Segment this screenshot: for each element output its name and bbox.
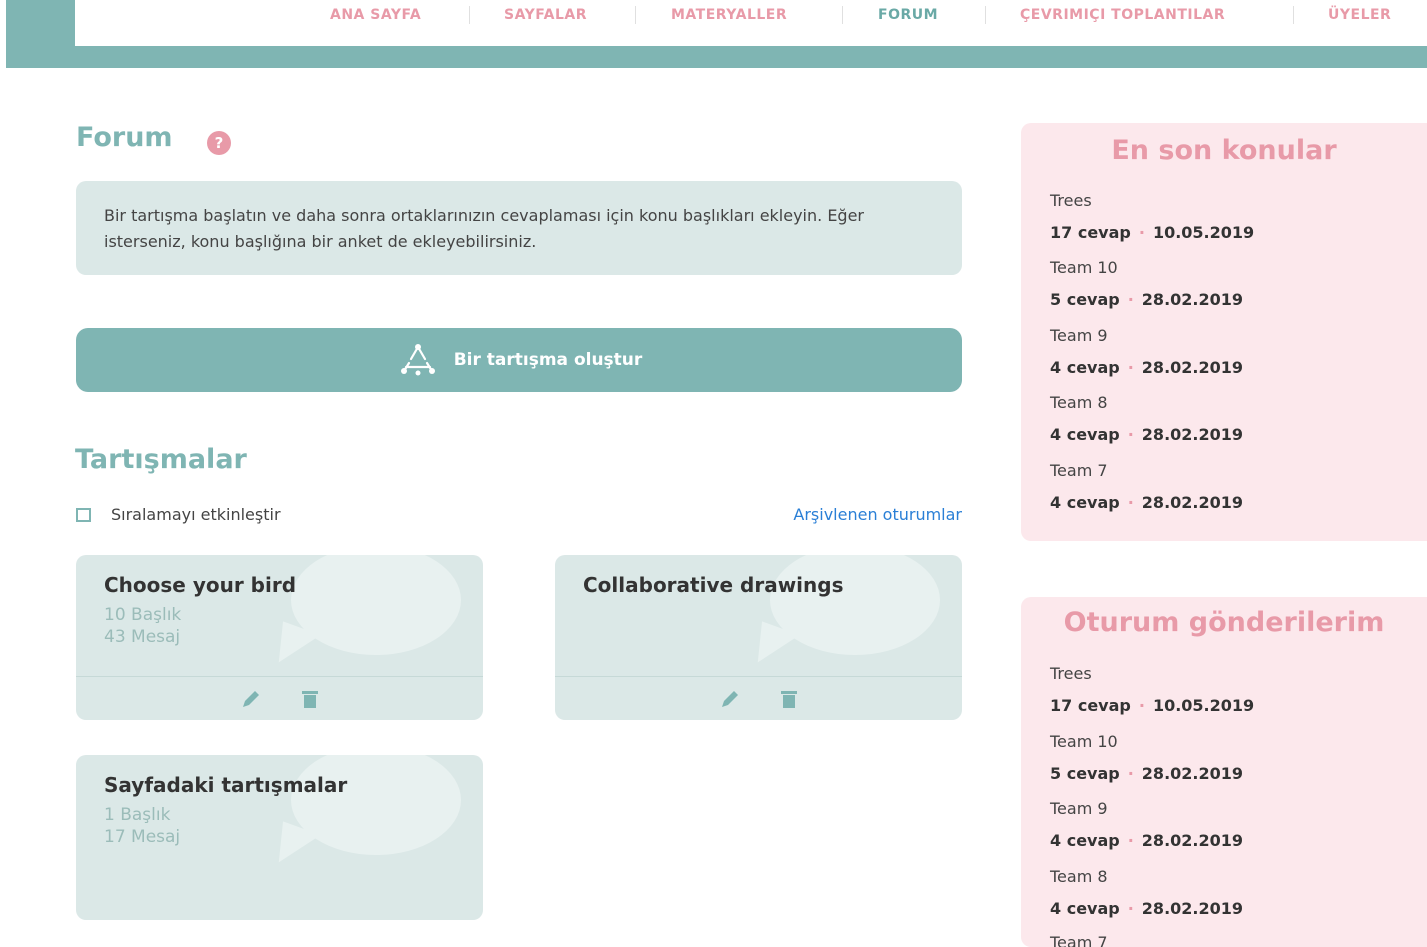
reply-count: 4 cevap	[1050, 831, 1120, 850]
topic-date: 28.02.2019	[1141, 899, 1244, 918]
topic-meta: 4 cevap · 28.02.2019	[1050, 831, 1244, 850]
nav-item-online-meetings[interactable]: ÇEVRIMIÇI TOPLANTILAR	[1020, 7, 1225, 23]
topic-date: 10.05.2019	[1152, 223, 1255, 242]
latest-topics-panel: En son konular Trees 17 cevap · 10.05.2019…	[1021, 123, 1427, 541]
topic-meta: 17 cevap · 10.05.2019	[1050, 696, 1255, 715]
nav-item-pages[interactable]: SAYFALAR	[504, 7, 587, 23]
nav-separator	[469, 6, 470, 24]
topic-meta: 4 cevap · 28.02.2019	[1050, 425, 1244, 444]
topic-link[interactable]: Team 9	[1050, 799, 1108, 818]
topic-date: 28.02.2019	[1141, 493, 1244, 512]
reply-count: 17 cevap	[1050, 696, 1131, 715]
topic-link[interactable]: Team 10	[1050, 732, 1118, 751]
topic-meta: 4 cevap · 28.02.2019	[1050, 493, 1244, 512]
trash-icon[interactable]	[779, 688, 799, 710]
topic-date: 28.02.2019	[1141, 425, 1244, 444]
main-nav: ANA SAYFA SAYFALAR MATERYALLER FORUM ÇEV…	[75, 0, 1427, 30]
forum-info-box: Bir tartışma başlatın ve daha sonra orta…	[76, 181, 962, 275]
topic-link[interactable]: Trees	[1050, 191, 1092, 210]
discussion-card-title: Sayfadaki tartışmalar	[104, 773, 348, 797]
discussions-title: Tartışmalar	[75, 444, 247, 475]
topic-meta: 17 cevap · 10.05.2019	[1050, 223, 1255, 242]
nav-item-members[interactable]: ÜYELER	[1328, 7, 1391, 23]
sort-toggle-row: Sıralamayı etkinleştir	[76, 505, 281, 524]
discussion-message-count: 43 Mesaj	[104, 627, 181, 647]
reply-count: 5 cevap	[1050, 290, 1120, 309]
topic-date: 10.05.2019	[1152, 696, 1255, 715]
nav-separator	[985, 6, 986, 24]
nav-separator	[842, 6, 843, 24]
discussion-card[interactable]: Collaborative drawings	[555, 555, 962, 720]
recycle-icon	[400, 344, 435, 376]
sort-checkbox[interactable]	[76, 507, 91, 522]
reply-count: 4 cevap	[1050, 425, 1120, 444]
archived-sessions-link[interactable]: Arşivlenen oturumlar	[793, 505, 962, 524]
topic-date: 28.02.2019	[1141, 290, 1244, 309]
discussion-topic-count: 10 Başlık	[104, 605, 182, 625]
topic-meta: 4 cevap · 28.02.2019	[1050, 358, 1244, 377]
topic-link[interactable]: Team 7	[1050, 933, 1108, 947]
my-posts-title: Oturum gönderilerim	[1063, 607, 1385, 638]
topic-meta: 5 cevap · 28.02.2019	[1050, 764, 1244, 783]
trash-icon[interactable]	[300, 688, 320, 710]
my-posts-panel: Oturum gönderilerim Trees 17 cevap · 10.05…	[1021, 597, 1427, 947]
forum-info-text: Bir tartışma başlatın ve daha sonra orta…	[104, 206, 864, 251]
topic-date: 28.02.2019	[1141, 358, 1244, 377]
topic-date: 28.02.2019	[1141, 831, 1244, 850]
reply-count: 4 cevap	[1050, 493, 1120, 512]
page-title: Forum	[76, 122, 173, 153]
topic-meta: 5 cevap · 28.02.2019	[1050, 290, 1244, 309]
topic-link[interactable]: Team 8	[1050, 867, 1108, 886]
topic-link[interactable]: Team 8	[1050, 393, 1108, 412]
discussion-card-title: Choose your bird	[104, 573, 297, 597]
latest-topics-title: En son konular	[1111, 135, 1337, 166]
reply-count: 4 cevap	[1050, 358, 1120, 377]
topic-link[interactable]: Team 7	[1050, 461, 1108, 480]
reply-count: 4 cevap	[1050, 899, 1120, 918]
nav-separator	[635, 6, 636, 24]
topic-link[interactable]: Team 9	[1050, 326, 1108, 345]
topic-link[interactable]: Team 10	[1050, 258, 1118, 277]
discussion-card-title: Collaborative drawings	[583, 573, 844, 597]
discussion-message-count: 17 Mesaj	[104, 827, 181, 847]
nav-item-home[interactable]: ANA SAYFA	[330, 7, 421, 23]
help-icon[interactable]: ?	[207, 131, 231, 155]
topic-date: 28.02.2019	[1141, 764, 1244, 783]
card-actions	[76, 676, 483, 720]
sort-label: Sıralamayı etkinleştir	[111, 505, 281, 524]
topic-meta: 4 cevap · 28.02.2019	[1050, 899, 1244, 918]
topic-link[interactable]: Trees	[1050, 664, 1092, 683]
reply-count: 5 cevap	[1050, 764, 1120, 783]
pencil-icon[interactable]	[240, 688, 262, 710]
create-discussion-button[interactable]: Bir tartışma oluştur	[76, 328, 962, 392]
discussion-card[interactable]: Sayfadaki tartışmalar 1 Başlık 17 Mesaj	[76, 755, 483, 920]
discussion-card[interactable]: Choose your bird 10 Başlık 43 Mesaj	[76, 555, 483, 720]
create-discussion-label: Bir tartışma oluştur	[453, 350, 643, 370]
nav-separator	[1293, 6, 1294, 24]
reply-count: 17 cevap	[1050, 223, 1131, 242]
card-actions	[555, 676, 962, 720]
nav-item-materials[interactable]: MATERYALLER	[671, 7, 787, 23]
nav-item-forum[interactable]: FORUM	[878, 7, 938, 23]
discussion-topic-count: 1 Başlık	[104, 805, 171, 825]
pencil-icon[interactable]	[719, 688, 741, 710]
